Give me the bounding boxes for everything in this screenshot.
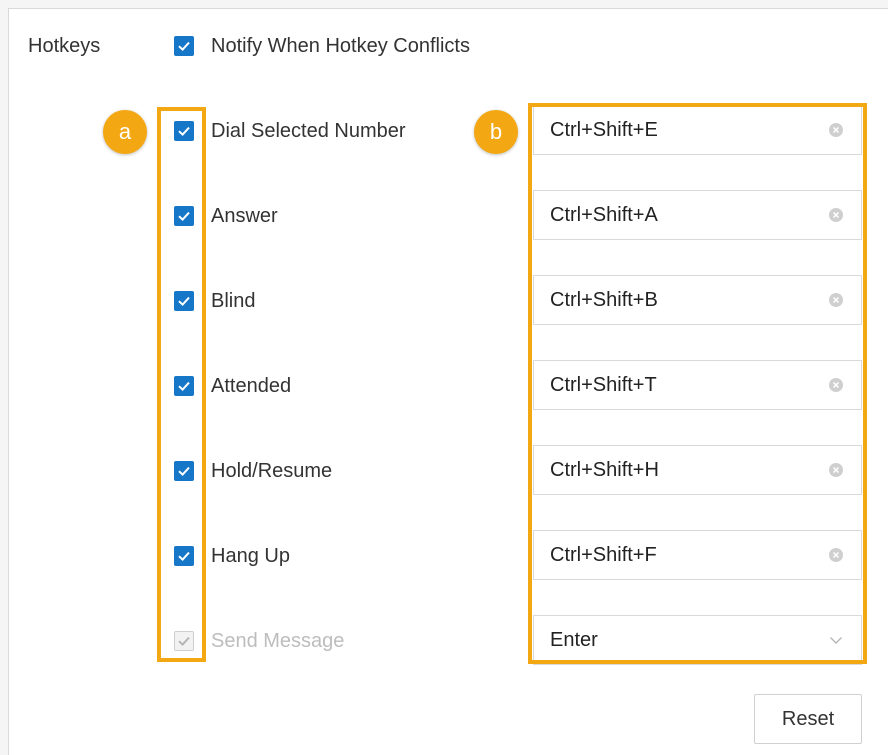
check-icon [178,41,190,52]
send-message-label: Send Message [211,630,345,652]
hold-resume-label: Hold/Resume [211,460,333,482]
window-top-edge [0,0,888,9]
callout-a-highlight [157,107,206,662]
notify-conflicts-checkbox[interactable] [174,36,194,56]
callout-b-highlight [528,103,867,664]
window-left-edge [0,8,9,755]
reset-button[interactable]: Reset [754,694,862,744]
answer-label: Answer [211,205,278,227]
hang-up-label: Hang Up [211,545,290,567]
notify-conflicts-label: Notify When Hotkey Conflicts [211,35,470,57]
dial-selected-number-label: Dial Selected Number [211,120,406,142]
attended-label: Attended [211,375,292,397]
hotkeys-section-label: Hotkeys [28,35,101,57]
callout-b-badge: b [474,110,518,154]
callout-a-badge: a [103,110,147,154]
blind-label: Blind [211,290,256,312]
